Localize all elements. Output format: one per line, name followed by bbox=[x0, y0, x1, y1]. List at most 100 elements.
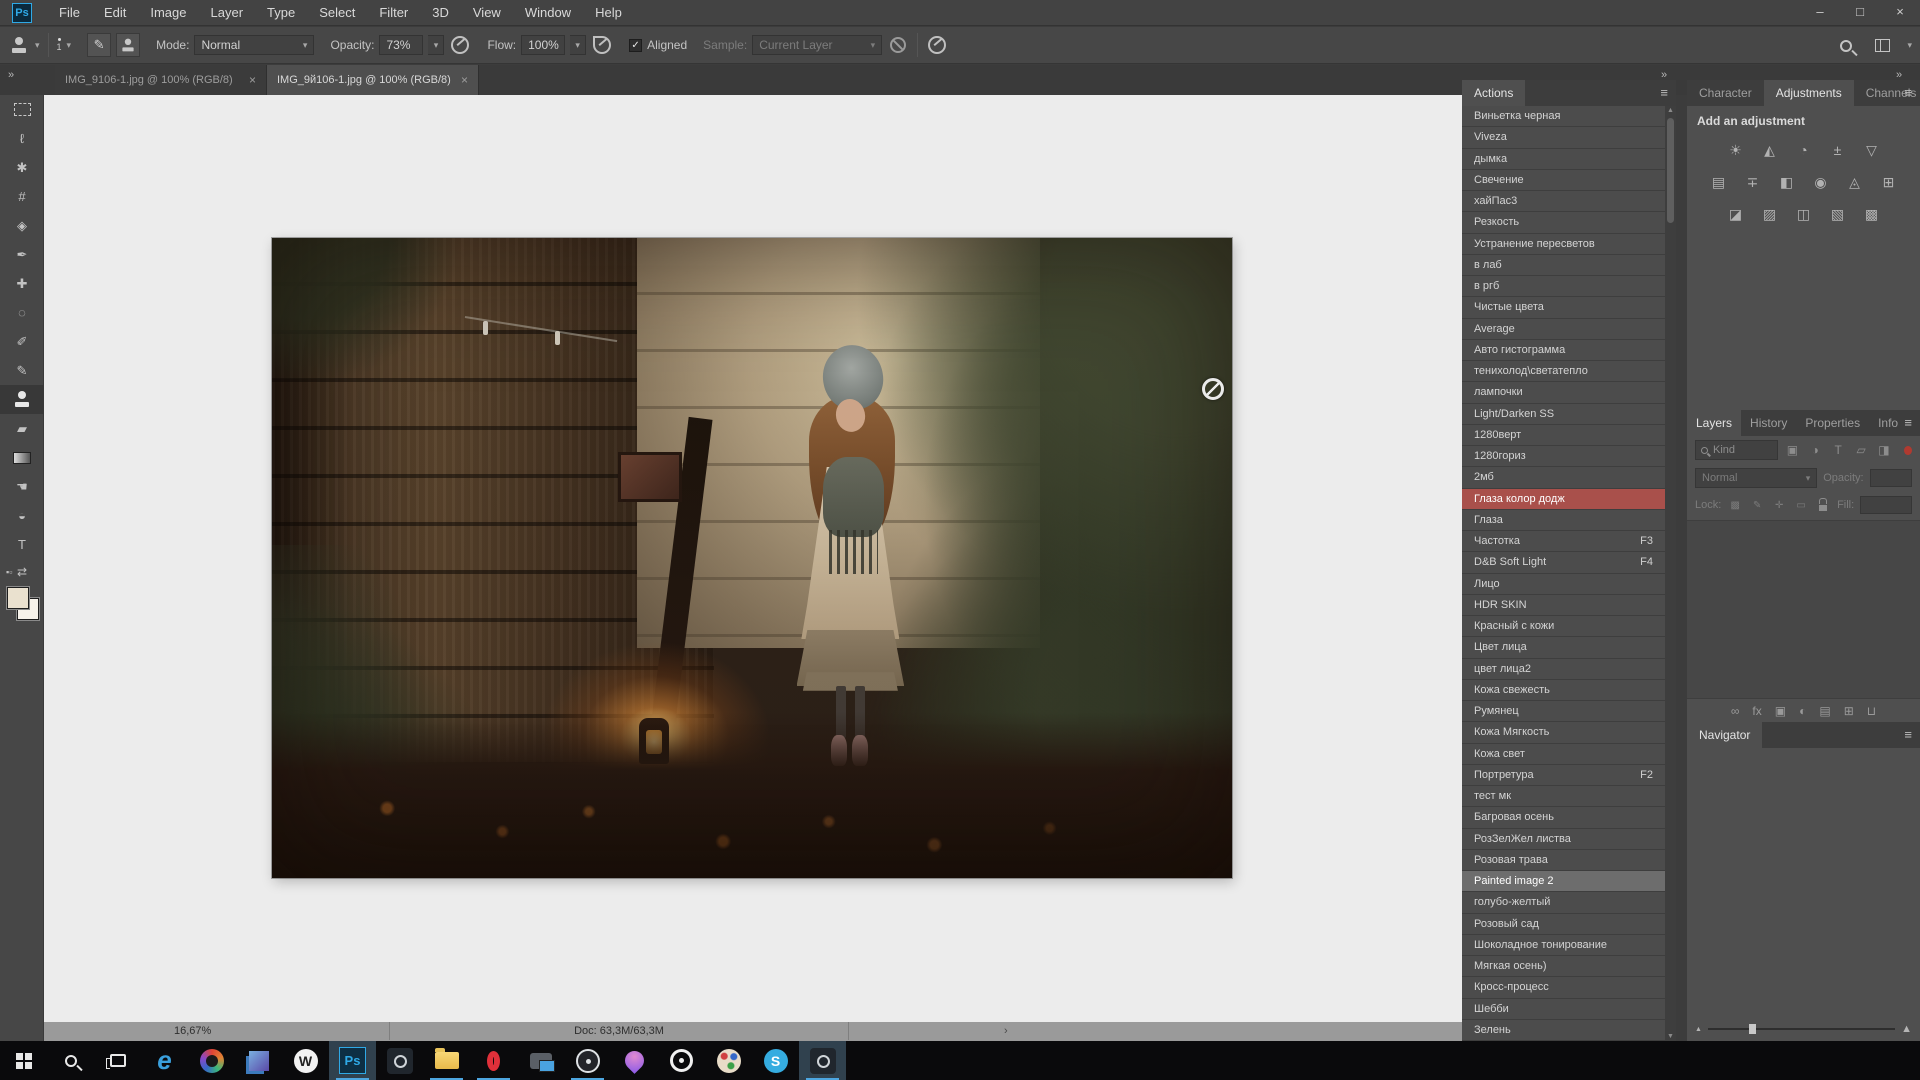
tab-actions[interactable]: Actions bbox=[1462, 80, 1525, 106]
action-row[interactable]: тенихолод\светатепло bbox=[1462, 361, 1665, 382]
adjustment-hue-saturation[interactable]: ▤ bbox=[1707, 172, 1731, 192]
zoom-in-icon[interactable]: ▲ bbox=[1901, 1023, 1912, 1035]
obs-studio-icon[interactable] bbox=[564, 1041, 611, 1080]
chevron-down-icon[interactable]: ▾ bbox=[1907, 40, 1912, 51]
aligned-checkbox[interactable]: ✓ bbox=[629, 39, 642, 52]
tab-info[interactable]: Info bbox=[1869, 410, 1907, 436]
document-tab[interactable]: IMG_9106-1.jpg @ 100% (RGB/8) × bbox=[55, 65, 267, 95]
mixer-brush-tool[interactable]: ✐ bbox=[0, 327, 44, 356]
file-explorer-icon[interactable] bbox=[423, 1041, 470, 1080]
adjustment-exposure[interactable]: ± bbox=[1826, 140, 1850, 160]
tool-preset-picker[interactable]: ▾ bbox=[0, 27, 48, 63]
action-row[interactable]: Мягкая осень) bbox=[1462, 956, 1665, 977]
adjustment-invert[interactable]: ◪ bbox=[1724, 204, 1748, 224]
edge-icon[interactable]: e bbox=[141, 1041, 188, 1080]
task-view-button[interactable] bbox=[94, 1041, 141, 1080]
menu-item[interactable]: Layer bbox=[200, 0, 255, 25]
menu-item[interactable]: Type bbox=[256, 0, 306, 25]
art-app-icon[interactable] bbox=[705, 1041, 752, 1080]
wattpad-icon[interactable]: W bbox=[282, 1041, 329, 1080]
document-tab[interactable]: IMG_9й106-1.jpg @ 100% (RGB/8) × bbox=[267, 65, 479, 95]
action-row[interactable]: хайПас3 bbox=[1462, 191, 1665, 212]
action-row[interactable]: Чистые цвета bbox=[1462, 297, 1665, 318]
action-row[interactable]: D&B Soft Light F4 bbox=[1462, 552, 1665, 573]
action-row[interactable]: Резкость bbox=[1462, 212, 1665, 233]
quick-selection-tool[interactable]: ✱ bbox=[0, 153, 44, 182]
status-chevron-icon[interactable]: › bbox=[1004, 1022, 1008, 1040]
opacity-dropdown[interactable]: ▾ bbox=[428, 35, 444, 55]
adjustment-color-lookup[interactable]: ⊞ bbox=[1877, 172, 1901, 192]
toggle-clone-source-panel-button[interactable] bbox=[116, 33, 140, 57]
screen-recorder-icon[interactable] bbox=[517, 1041, 564, 1080]
adjustment-posterize[interactable]: ▨ bbox=[1758, 204, 1782, 224]
foreground-color-swatch[interactable] bbox=[7, 587, 29, 609]
action-row[interactable]: в лаб bbox=[1462, 255, 1665, 276]
menu-item[interactable]: Filter bbox=[368, 0, 419, 25]
lock-position[interactable]: ✛ bbox=[1771, 497, 1787, 513]
gradient-tool[interactable] bbox=[0, 443, 44, 472]
adjustment-photo-filter[interactable]: ◉ bbox=[1809, 172, 1833, 192]
action-row[interactable]: в ргб bbox=[1462, 276, 1665, 297]
action-row[interactable]: лампочки bbox=[1462, 382, 1665, 403]
zoom-level-field[interactable]: 16,67% bbox=[174, 1022, 234, 1040]
action-row[interactable]: тест мк bbox=[1462, 786, 1665, 807]
crop-tool[interactable]: # bbox=[0, 182, 44, 211]
eraser-tool[interactable]: ▰ bbox=[0, 414, 44, 443]
adjustment-selective-color[interactable]: ▩ bbox=[1860, 204, 1884, 224]
canvas-area[interactable] bbox=[44, 95, 1462, 1022]
filter-adjustment-layers[interactable]: ◑ bbox=[1807, 440, 1824, 460]
search-button[interactable] bbox=[47, 1041, 94, 1080]
tablet-size-pressure-icon[interactable] bbox=[926, 34, 948, 56]
opacity-value[interactable]: 73% bbox=[379, 35, 423, 55]
action-row[interactable]: Average bbox=[1462, 319, 1665, 340]
menu-item[interactable]: Help bbox=[584, 0, 633, 25]
action-row[interactable]: Свечение bbox=[1462, 170, 1665, 191]
menu-item[interactable]: View bbox=[462, 0, 512, 25]
action-row[interactable]: Розовая трава bbox=[1462, 850, 1665, 871]
eyedropper-tool[interactable]: ✒ bbox=[0, 240, 44, 269]
delete-layer-button[interactable]: ⊔ bbox=[1867, 704, 1876, 718]
filter-pixel-layers[interactable]: ▣ bbox=[1784, 440, 1801, 460]
minimize-button[interactable]: – bbox=[1800, 0, 1840, 26]
airbrush-icon[interactable] bbox=[591, 34, 613, 56]
action-row[interactable]: Кожа свежесть bbox=[1462, 680, 1665, 701]
layer-styles-button[interactable]: fx bbox=[1752, 704, 1761, 718]
action-row[interactable]: HDR SKIN bbox=[1462, 595, 1665, 616]
menu-item[interactable]: Edit bbox=[93, 0, 137, 25]
action-row[interactable]: Багровая осень bbox=[1462, 807, 1665, 828]
action-row[interactable]: Кожа Мягкость bbox=[1462, 722, 1665, 743]
close-button[interactable]: × bbox=[1880, 0, 1920, 26]
action-row[interactable]: дымка bbox=[1462, 149, 1665, 170]
adjustment-levels[interactable]: ◭ bbox=[1758, 140, 1782, 160]
brush-tool[interactable]: ✎ bbox=[0, 356, 44, 385]
action-row[interactable]: Портретура F2 bbox=[1462, 765, 1665, 786]
collapse-toolbar-icon[interactable]: » bbox=[8, 69, 14, 81]
tab-history[interactable]: History bbox=[1741, 410, 1796, 436]
sample-select[interactable]: Current Layer▾ bbox=[752, 35, 882, 55]
search-icon[interactable] bbox=[1835, 35, 1857, 57]
action-row[interactable]: Кросс-процесс bbox=[1462, 977, 1665, 998]
close-icon[interactable]: × bbox=[461, 73, 468, 87]
add-layer-mask-button[interactable]: ▣ bbox=[1775, 704, 1786, 718]
layer-filter-kind-select[interactable]: Kind bbox=[1695, 440, 1778, 460]
ignore-adjustment-layers-icon[interactable] bbox=[887, 34, 909, 56]
action-row[interactable]: Глаза bbox=[1462, 510, 1665, 531]
lock-artboard[interactable]: ▭ bbox=[1793, 497, 1809, 513]
action-row[interactable]: Зелень bbox=[1462, 1020, 1665, 1041]
photoshop-icon[interactable]: Ps bbox=[329, 1041, 376, 1080]
new-adjustment-layer-button[interactable]: ◐ bbox=[1799, 704, 1806, 718]
lock-transparent-pixels[interactable]: ▩ bbox=[1727, 497, 1743, 513]
panel-menu-icon[interactable]: ≡ bbox=[1660, 80, 1668, 106]
capture-app-icon[interactable] bbox=[799, 1041, 846, 1080]
actions-scrollbar[interactable]: ▲ ▼ bbox=[1665, 106, 1676, 1041]
layer-fill-field[interactable] bbox=[1860, 496, 1912, 514]
lock-all[interactable] bbox=[1815, 497, 1831, 513]
action-row[interactable]: Красный с кожи bbox=[1462, 616, 1665, 637]
action-row[interactable]: голубо-желтый bbox=[1462, 892, 1665, 913]
menu-item[interactable]: Select bbox=[308, 0, 366, 25]
lock-image-pixels[interactable]: ✎ bbox=[1749, 497, 1765, 513]
tab-properties[interactable]: Properties bbox=[1796, 410, 1869, 436]
toggle-brush-panel-button[interactable]: ✎ bbox=[87, 33, 111, 57]
link-layers-button[interactable]: ∞ bbox=[1731, 704, 1740, 718]
type-tool[interactable]: T bbox=[0, 530, 44, 559]
